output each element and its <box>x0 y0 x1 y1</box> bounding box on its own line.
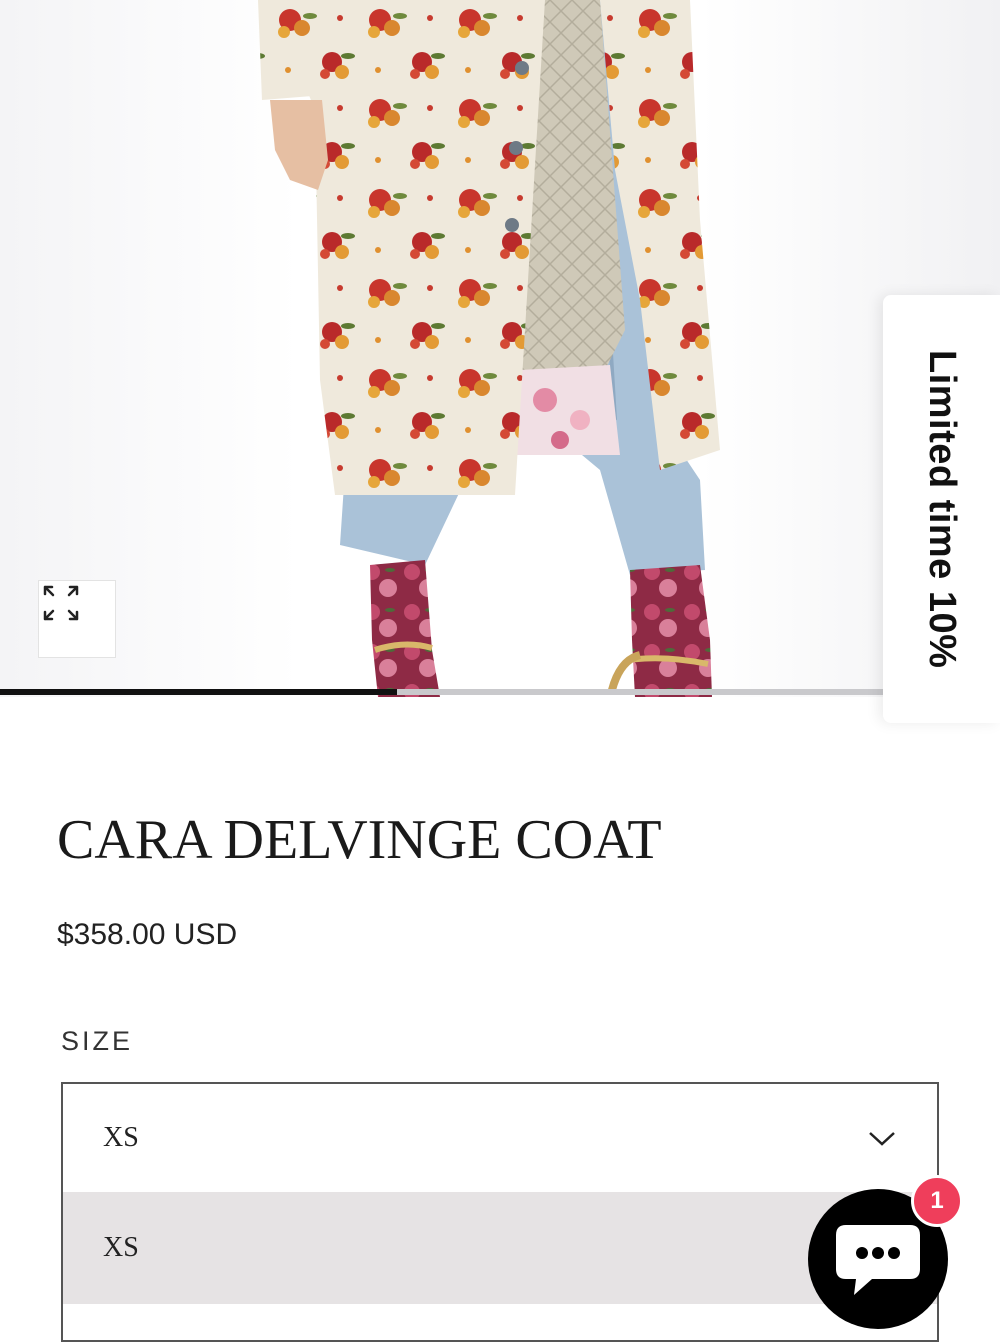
promo-text: Limited time 10% <box>921 349 963 669</box>
size-option-xs[interactable]: XS <box>63 1192 937 1304</box>
gallery-progress-fill <box>0 689 398 695</box>
size-option-label: XS <box>103 1232 139 1263</box>
promo-tab[interactable]: Limited time 10% <box>883 295 1000 723</box>
product-title: CARA DELVINGE COAT <box>57 809 662 871</box>
chevron-down-icon <box>869 1132 895 1146</box>
size-select-current[interactable]: XS <box>63 1084 937 1192</box>
size-select[interactable]: XS XS <box>61 1082 939 1342</box>
chat-bubble-icon <box>836 1225 920 1295</box>
zoom-button[interactable] <box>38 580 116 658</box>
product-price: $358.00 USD <box>57 918 238 951</box>
product-photo <box>258 0 720 697</box>
gallery-progress-bar <box>0 689 883 695</box>
product-image[interactable] <box>0 0 1000 697</box>
chat-notification-badge: 1 <box>911 1175 963 1227</box>
size-selected-value: XS <box>103 1122 139 1153</box>
size-label: SIZE <box>61 1026 134 1056</box>
expand-arrows-icon <box>43 585 79 621</box>
